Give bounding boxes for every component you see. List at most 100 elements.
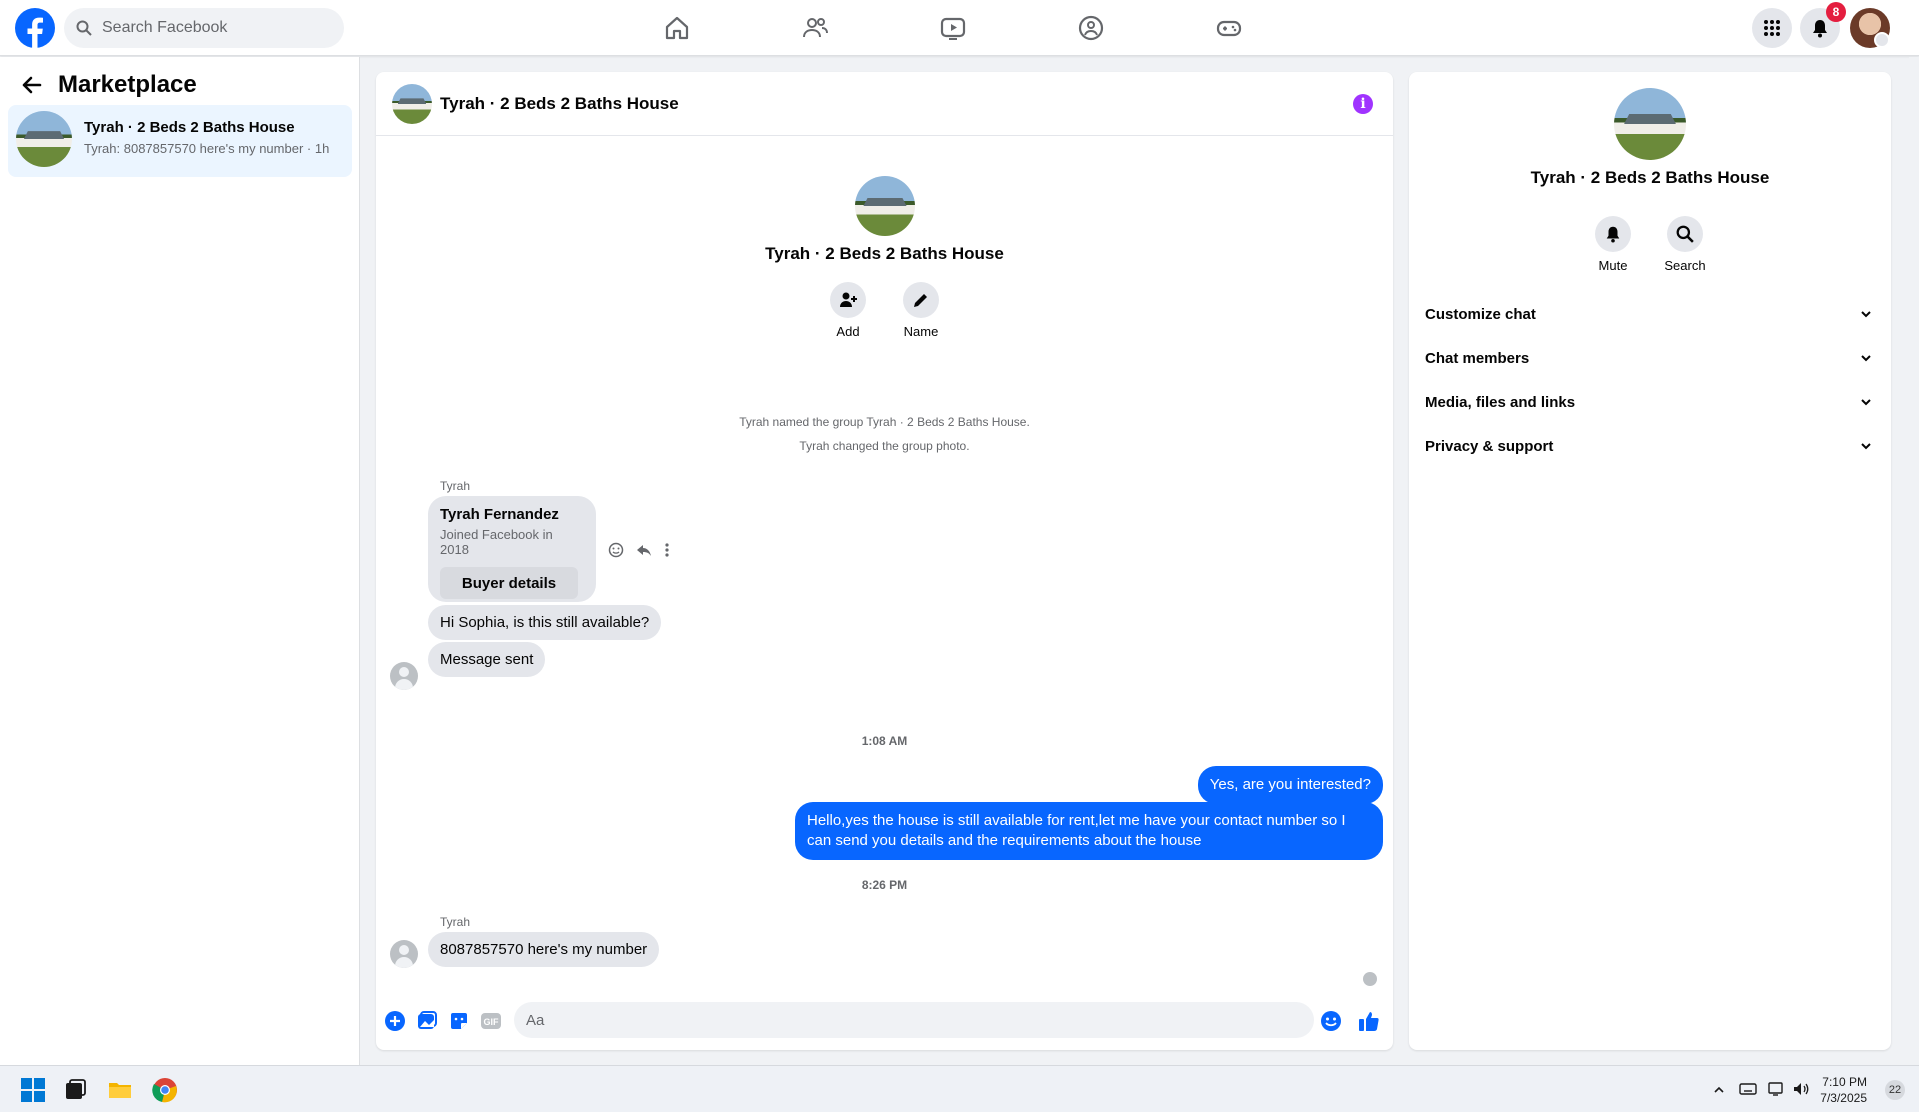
- customize-chat-section[interactable]: Customize chat: [1425, 292, 1875, 336]
- chat-header-title[interactable]: Tyrah · 2 Beds 2 Baths House: [440, 94, 679, 114]
- search-label: Search: [1664, 258, 1706, 273]
- chrome-icon[interactable]: [152, 1077, 178, 1103]
- conversation-preview: Tyrah: 8087857570 here's my number · 1h: [84, 141, 330, 156]
- notifications-button[interactable]: 8: [1800, 2, 1846, 48]
- more-options-icon[interactable]: [664, 542, 670, 558]
- chevron-up-icon[interactable]: [1712, 1083, 1726, 1097]
- outgoing-message[interactable]: Yes, are you interested?: [1197, 766, 1383, 804]
- page-scrollbar[interactable]: [1909, 57, 1919, 1065]
- system-message: Tyrah changed the group photo.: [799, 439, 970, 453]
- back-arrow-icon[interactable]: [20, 74, 42, 96]
- timestamp: 8:26 PM: [861, 878, 908, 892]
- search-in-chat-button[interactable]: Search: [1649, 216, 1721, 273]
- chevron-down-icon: [1861, 443, 1871, 450]
- photo-icon[interactable]: [416, 1010, 438, 1032]
- section-label: Chat members: [1425, 349, 1530, 367]
- friends-icon[interactable]: [801, 14, 829, 42]
- emoji-icon[interactable]: [1320, 1010, 1342, 1032]
- like-thumbs-up-icon[interactable]: [1358, 1010, 1380, 1032]
- react-emoji-icon[interactable]: [608, 542, 624, 558]
- windows-taskbar: 7:10 PM 7/3/2025 22: [0, 1065, 1919, 1112]
- notification-badge: 8: [1826, 2, 1846, 22]
- search-icon: [1667, 216, 1703, 252]
- message-input-box[interactable]: [514, 1002, 1314, 1038]
- clock-date: 7/3/2025: [1820, 1091, 1867, 1105]
- details-group-name: Tyrah · 2 Beds 2 Baths House: [1530, 168, 1770, 187]
- system-message: Tyrah named the group Tyrah · 2 Beds 2 B…: [739, 415, 1030, 429]
- message-input[interactable]: [526, 1011, 1266, 1029]
- chevron-down-icon: [1861, 311, 1871, 318]
- clock-time: 7:10 PM: [1822, 1075, 1867, 1089]
- top-navigation-bar: 8: [0, 0, 1919, 56]
- search-input[interactable]: [102, 19, 322, 37]
- conversation-list-item[interactable]: Tyrah · 2 Beds 2 Baths House Tyrah: 8087…: [8, 105, 352, 177]
- chat-header-thumbnail[interactable]: [392, 84, 432, 124]
- mute-label: Mute: [1598, 258, 1628, 273]
- section-label: Customize chat: [1425, 305, 1536, 323]
- gaming-icon[interactable]: [1215, 14, 1243, 42]
- sidebar-header: Marketplace: [20, 71, 197, 99]
- system-clock[interactable]: 7:10 PM 7/3/2025: [1820, 1074, 1867, 1106]
- listing-thumbnail: [16, 111, 72, 167]
- mute-button[interactable]: Mute: [1577, 216, 1649, 273]
- search-icon: [76, 20, 92, 36]
- chat-panel: Tyrah · 2 Beds 2 Baths House i Tyrah · 2…: [376, 72, 1393, 1050]
- seen-indicator-avatar: [1363, 972, 1377, 986]
- section-label: Media, files and links: [1425, 393, 1576, 411]
- chevron-down-icon: [1861, 399, 1871, 406]
- chat-members-section[interactable]: Chat members: [1425, 336, 1875, 380]
- bell-icon: [1813, 20, 1827, 38]
- buyer-name: Tyrah Fernandez: [440, 506, 559, 523]
- chat-details-panel: Tyrah · 2 Beds 2 Baths House Mute Search…: [1409, 72, 1891, 1050]
- windows-start-icon[interactable]: [20, 1077, 46, 1103]
- bell-icon: [1595, 216, 1631, 252]
- media-files-links-section[interactable]: Media, files and links: [1425, 380, 1875, 424]
- svg-text:GIF: GIF: [484, 1017, 500, 1027]
- task-view-icon[interactable]: [62, 1077, 88, 1103]
- plus-icon[interactable]: [384, 1010, 406, 1032]
- file-explorer-icon[interactable]: [107, 1077, 133, 1103]
- groups-icon[interactable]: [1077, 14, 1105, 42]
- chat-header: Tyrah · 2 Beds 2 Baths House i: [376, 72, 1393, 136]
- conversation-sidebar: Marketplace Tyrah · 2 Beds 2 Baths House…: [0, 57, 360, 1065]
- add-label: Add: [836, 324, 860, 339]
- facebook-logo-icon[interactable]: [15, 8, 55, 48]
- buyer-details-button[interactable]: Buyer details: [440, 567, 578, 599]
- gif-icon[interactable]: GIF: [480, 1010, 502, 1032]
- buyer-joined: Joined Facebook in 2018: [440, 527, 553, 557]
- notification-center-badge[interactable]: 22: [1885, 1080, 1905, 1100]
- chevron-down-icon[interactable]: [1874, 32, 1890, 48]
- group-photo-large: [1614, 88, 1686, 160]
- incoming-message[interactable]: Message sent: [428, 642, 546, 677]
- network-icon[interactable]: [1768, 1081, 1786, 1097]
- reply-icon[interactable]: [636, 542, 652, 558]
- sticker-icon[interactable]: [448, 1010, 470, 1032]
- message-composer: GIF: [376, 994, 1393, 1050]
- info-icon[interactable]: i: [1353, 94, 1373, 114]
- sender-name: Tyrah: [440, 479, 471, 493]
- home-icon[interactable]: [663, 14, 691, 42]
- add-person-icon: [830, 282, 866, 318]
- chevron-down-icon: [1861, 355, 1871, 362]
- outgoing-message[interactable]: Hello,yes the house is still available f…: [795, 802, 1383, 860]
- name-group-button[interactable]: Name: [891, 282, 951, 339]
- buyer-card: Tyrah Fernandez Joined Facebook in 2018 …: [428, 496, 596, 602]
- volume-icon[interactable]: [1792, 1081, 1810, 1097]
- add-people-button[interactable]: Add: [818, 282, 878, 339]
- menu-grid-icon[interactable]: [1752, 8, 1792, 48]
- sidebar-title: Marketplace: [58, 71, 197, 98]
- search-bar[interactable]: [64, 8, 344, 48]
- name-label: Name: [903, 324, 939, 339]
- timestamp: 1:08 AM: [861, 734, 908, 748]
- message-actions: [608, 542, 670, 558]
- keyboard-icon[interactable]: [1739, 1082, 1757, 1096]
- group-name: Tyrah · 2 Beds 2 Baths House: [765, 244, 1004, 263]
- pencil-icon: [903, 282, 939, 318]
- group-photo: [855, 176, 915, 236]
- incoming-message[interactable]: 8087857570 here's my number: [428, 932, 660, 967]
- incoming-message[interactable]: Hi Sophia, is this still available?: [428, 605, 662, 640]
- section-label: Privacy & support: [1425, 437, 1554, 455]
- watch-icon[interactable]: [939, 14, 967, 42]
- privacy-support-section[interactable]: Privacy & support: [1425, 424, 1875, 468]
- sender-avatar: [390, 940, 418, 968]
